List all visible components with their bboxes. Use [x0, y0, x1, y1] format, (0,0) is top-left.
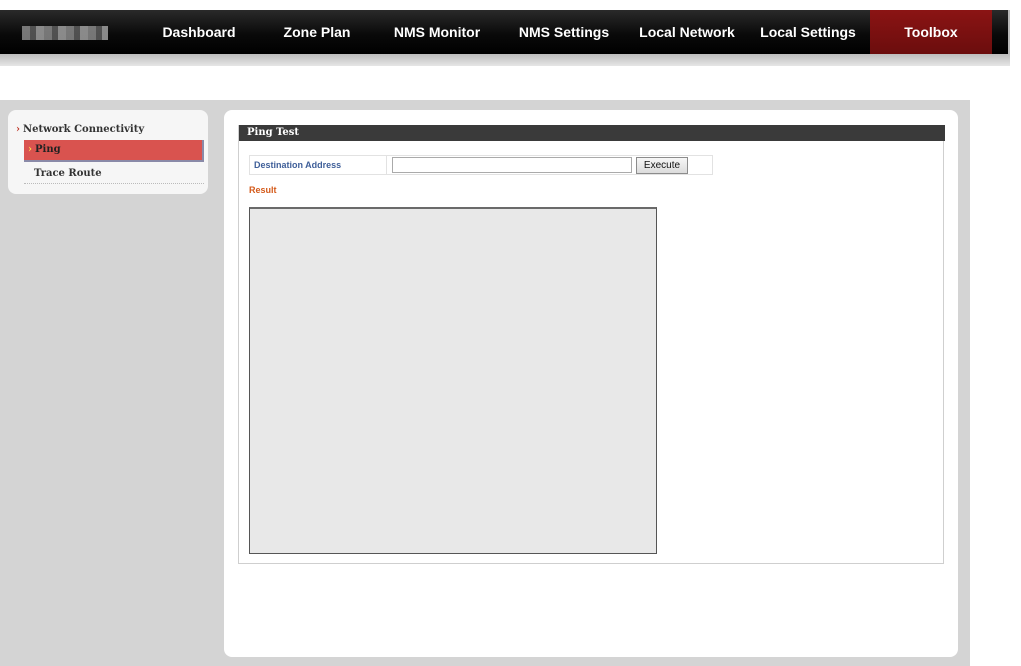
ping-test-title: Ping Test: [239, 125, 945, 141]
destination-row: Destination Address Execute: [249, 155, 713, 175]
sidebar-item-ping[interactable]: › Ping: [24, 140, 204, 162]
destination-address-label: Destination Address: [254, 160, 342, 170]
nav-dashboard[interactable]: Dashboard: [150, 10, 248, 54]
brand-logo: [22, 26, 108, 40]
main-panel: Ping Test Destination Address Execute Re…: [224, 110, 958, 657]
sidebar-section-label: Network Connectivity: [23, 124, 145, 135]
ping-test-box: Ping Test Destination Address Execute Re…: [238, 125, 945, 564]
nav-toolbox[interactable]: Toolbox: [870, 10, 992, 54]
chevron-right-icon: ›: [16, 124, 20, 135]
top-nav-bar: Dashboard Zone Plan NMS Monitor NMS Sett…: [0, 10, 1010, 54]
sidebar-item-label: Ping: [35, 144, 61, 155]
chevron-right-icon: ›: [28, 144, 32, 155]
result-output[interactable]: [249, 207, 657, 554]
sidebar: › Network Connectivity › Ping Trace Route: [8, 110, 208, 194]
destination-address-input[interactable]: [392, 157, 632, 173]
sidebar-section-network-connectivity[interactable]: › Network Connectivity: [16, 124, 144, 135]
result-label: Result: [249, 185, 277, 195]
divider: [386, 156, 387, 174]
nav-local-settings[interactable]: Local Settings: [754, 10, 862, 54]
nav-local-network[interactable]: Local Network: [632, 10, 742, 54]
nav-zone-plan[interactable]: Zone Plan: [272, 10, 362, 54]
sidebar-item-trace-route[interactable]: Trace Route: [24, 164, 204, 184]
top-nav-shadow: [0, 54, 1010, 66]
nav-nms-settings[interactable]: NMS Settings: [512, 10, 616, 54]
sidebar-item-label: Trace Route: [34, 168, 102, 179]
execute-button[interactable]: Execute: [636, 157, 688, 174]
nav-nms-monitor[interactable]: NMS Monitor: [380, 10, 494, 54]
